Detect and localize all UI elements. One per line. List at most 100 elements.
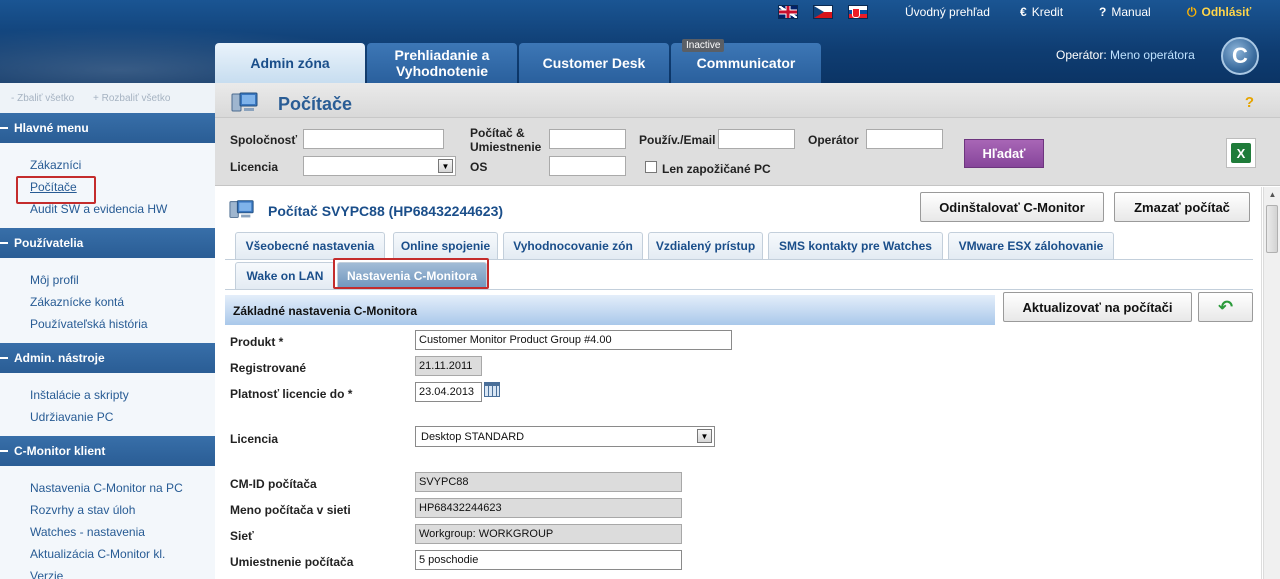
tab-sms-contacts[interactable]: SMS kontakty pre Watches <box>768 232 943 259</box>
computer-detail-panel: Počítač SVYPC88 (HP68432244623) Odinštal… <box>215 187 1262 579</box>
license-valid-input[interactable]: 23.04.2013 <box>415 382 482 402</box>
sidebar-group-items: Môj profil Zákaznícke kontá Používateľsk… <box>0 258 215 343</box>
sidebar-item-cmonitor-settings[interactable]: Nastavenia C-Monitor na PC <box>30 477 215 499</box>
sidebar-item-watches[interactable]: Watches - nastavenia <box>30 521 215 543</box>
computer-location-label: Počítač & Umiestnenie <box>470 126 542 154</box>
home-overview-link[interactable]: Úvodný prehľad <box>905 5 990 19</box>
tab-online-connection[interactable]: Online spojenie <box>393 232 498 259</box>
license-label: Licencia <box>230 160 279 174</box>
operator-info: Operátor: Meno operátora <box>1056 48 1195 62</box>
operator-input[interactable] <box>866 129 943 149</box>
page-header: Počítače ? <box>215 83 1280 118</box>
top-header: Úvodný prehľad € Kredit ? Manual ⏻ Odhlásiť… <box>0 0 1280 83</box>
collapse-all-link[interactable]: - Zbaliť všetko <box>11 93 74 104</box>
sidebar-group-main-menu[interactable]: Hlavné menu <box>0 113 215 143</box>
tab-review-evaluation[interactable]: Prehliadanie a Vyhodnotenie <box>367 43 517 83</box>
location-label: Umiestnenie počítača <box>230 555 354 569</box>
sidebar-item-versions[interactable]: Verzie <box>30 565 215 579</box>
main-content: Počítače ? Spoločnosť Licencia ▼ Počítač… <box>215 83 1280 579</box>
back-button[interactable]: ↶ <box>1198 292 1253 322</box>
lent-only-checkbox[interactable] <box>645 161 657 173</box>
registered-label: Registrované <box>230 361 307 375</box>
sidebar-item-my-profile[interactable]: Môj profil <box>30 269 215 291</box>
scroll-up-icon[interactable]: ▲ <box>1265 187 1280 203</box>
license-select[interactable]: ▼ <box>303 156 456 176</box>
sidebar-group-cmonitor-client[interactable]: C-Monitor klient <box>0 436 215 466</box>
company-input[interactable] <box>303 129 444 149</box>
manual-link[interactable]: ? Manual <box>1099 5 1151 19</box>
delete-computer-button[interactable]: Zmazať počítač <box>1114 192 1250 222</box>
uninstall-cmonitor-button[interactable]: Odinštalovať C-Monitor <box>920 192 1104 222</box>
os-input[interactable] <box>549 156 626 176</box>
logout-link[interactable]: ⏻ Odhlásiť <box>1187 5 1251 20</box>
computer-icon <box>229 200 254 218</box>
tab-divider <box>225 289 1253 290</box>
slovak-flag-icon[interactable] <box>848 5 868 19</box>
sidebar-item-customers[interactable]: Zákazníci <box>30 154 215 176</box>
computer-detail-title: Počítač SVYPC88 (HP68432244623) <box>268 203 504 219</box>
sidebar-item-cmonitor-update[interactable]: Aktualizácia C-Monitor kl. <box>30 543 215 565</box>
tab-admin-zone[interactable]: Admin zóna <box>215 43 365 83</box>
sidebar-item-schedules[interactable]: Rozvrhy a stav úloh <box>30 499 215 521</box>
expand-all-link[interactable]: + Rozbaliť všetko <box>93 93 170 104</box>
tab-zone-evaluation[interactable]: Vyhodnocovanie zón <box>503 232 643 259</box>
network-name-label: Meno počítača v sieti <box>230 503 351 517</box>
tab-vmware-backup[interactable]: VMware ESX zálohovanie <box>948 232 1114 259</box>
search-button[interactable]: Hľadať <box>964 139 1044 168</box>
cmid-label: CM-ID počítača <box>230 477 317 491</box>
product-label: Produkt * <box>230 335 284 349</box>
product-input[interactable]: Customer Monitor Product Group #4.00 <box>415 330 732 350</box>
question-icon: ? <box>1099 5 1107 19</box>
license-label: Licencia <box>230 432 279 446</box>
computer-location-input[interactable] <box>549 129 626 149</box>
excel-icon: X <box>1231 143 1251 163</box>
sidebar: - Zbaliť všetko + Rozbaliť všetko Hlavné… <box>0 83 215 579</box>
sidebar-group-items: Nastavenia C-Monitor na PC Rozvrhy a sta… <box>0 466 215 579</box>
vertical-scrollbar[interactable]: ▲ <box>1263 187 1280 579</box>
sidebar-item-pc-maintenance[interactable]: Udržiavanie PC <box>30 406 215 428</box>
tab-remote-access[interactable]: Vzdialený prístup <box>648 232 763 259</box>
help-icon[interactable]: ? <box>1245 94 1254 111</box>
sidebar-group-users[interactable]: Používatelia <box>0 228 215 258</box>
credit-link[interactable]: € Kredit <box>1020 5 1063 19</box>
highlight-outline <box>333 258 489 289</box>
operator-name[interactable]: Meno operátora <box>1110 48 1195 62</box>
sidebar-item-computers[interactable]: Počítače <box>16 176 215 204</box>
sidebar-controls: - Zbaliť všetko + Rozbaliť všetko <box>0 83 215 113</box>
tab-customer-desk[interactable]: Customer Desk <box>519 43 669 83</box>
network-label: Sieť <box>230 529 254 543</box>
sidebar-item-customer-accounts[interactable]: Zákaznícke kontá <box>30 291 215 313</box>
page-title: Počítače <box>278 94 353 114</box>
license-valid-label: Platnosť licencie do * <box>230 387 353 401</box>
sidebar-group-admin-tools[interactable]: Admin. nástroje <box>0 343 215 373</box>
tab-general-settings[interactable]: Všeobecné nastavenia <box>235 232 385 259</box>
search-filter-panel: Spoločnosť Licencia ▼ Počítač & Umiestnen… <box>215 118 1280 186</box>
location-input[interactable]: 5 poschodie <box>415 550 682 570</box>
euro-icon: € <box>1020 5 1027 19</box>
sidebar-item-installs-scripts[interactable]: Inštalácie a skripty <box>30 384 215 406</box>
chevron-down-icon: ▼ <box>697 429 712 443</box>
english-flag-icon[interactable] <box>778 5 798 19</box>
undo-arrow-icon: ↶ <box>1217 296 1234 317</box>
inactive-badge: Inactive <box>682 39 725 52</box>
update-on-computer-button[interactable]: Aktualizovať na počítači <box>1003 292 1192 322</box>
cmid-value: SVYPC88 <box>415 472 682 492</box>
czech-flag-icon[interactable] <box>813 5 833 19</box>
os-label: OS <box>470 160 488 174</box>
company-label: Spoločnosť <box>230 133 298 147</box>
scroll-thumb[interactable] <box>1266 205 1278 253</box>
lent-only-label: Len zapožičané PC <box>662 162 771 176</box>
user-email-input[interactable] <box>718 129 795 149</box>
tab-wake-on-lan[interactable]: Wake on LAN <box>235 262 335 289</box>
sidebar-item-user-history[interactable]: Používateľská história <box>30 313 215 335</box>
c-monitor-logo-icon: C <box>1221 37 1259 75</box>
chevron-down-icon: ▼ <box>438 159 453 173</box>
registered-value: 21.11.2011 <box>415 356 482 376</box>
section-title: Základné nastavenia C-Monitora <box>225 295 995 325</box>
calendar-icon[interactable] <box>484 382 500 397</box>
sidebar-group-items: Inštalácie a skripty Udržiavanie PC <box>0 373 215 436</box>
excel-export-button[interactable]: X <box>1226 138 1256 168</box>
computer-icon <box>231 92 258 112</box>
license-select[interactable]: Desktop STANDARD ▼ <box>415 426 715 447</box>
sidebar-group-items: Zákazníci Počítače Audit SW a evidencia … <box>0 143 215 228</box>
